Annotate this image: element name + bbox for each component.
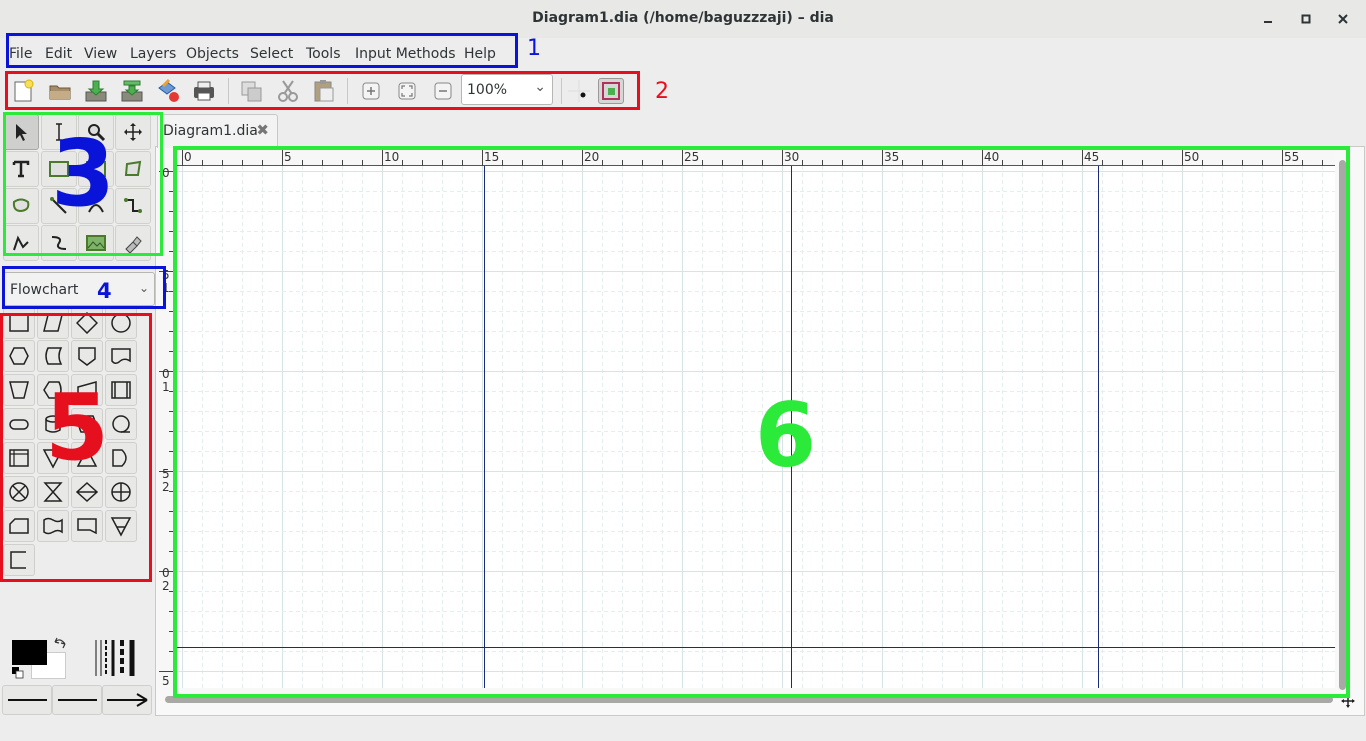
ruler-label: 5 xyxy=(162,674,170,688)
annotation-box-1 xyxy=(6,33,518,68)
foreground-color-swatch[interactable] xyxy=(12,640,47,665)
annotation-box-2 xyxy=(5,71,640,110)
tab-label: Diagram1.dia xyxy=(163,123,258,139)
ruler-label: 0 xyxy=(162,566,170,580)
annotation-label-1: 1 xyxy=(527,36,541,61)
annotation-label-5: 5 xyxy=(45,374,110,481)
ruler-label: 2 xyxy=(162,480,170,494)
ruler-label: 0 xyxy=(162,367,170,381)
ruler-label: 1 xyxy=(162,380,170,394)
annotation-label-3: 3 xyxy=(51,120,116,227)
close-window-icon[interactable] xyxy=(1333,9,1353,29)
close-icon[interactable]: ✖ xyxy=(256,121,269,139)
line-style-icon[interactable] xyxy=(52,685,102,715)
end-arrow-icon[interactable] xyxy=(102,685,152,715)
ruler-label: 2 xyxy=(162,579,170,593)
annotation-box-4 xyxy=(2,266,166,309)
start-arrow-icon[interactable] xyxy=(2,685,52,715)
window-title: Diagram1.dia (/home/baguzzzaji) – dia xyxy=(532,10,834,26)
default-colors-icon[interactable] xyxy=(12,667,24,683)
line-width-icon[interactable] xyxy=(94,638,138,682)
annotation-label-4: 4 xyxy=(97,279,112,303)
swap-colors-icon[interactable] xyxy=(52,636,68,656)
minimize-icon[interactable] xyxy=(1258,9,1278,29)
ruler-label: 0 xyxy=(162,166,170,180)
annotation-label-6: 6 xyxy=(755,384,817,487)
tab-diagram1[interactable]: Diagram1.dia ✖ xyxy=(157,114,278,148)
annotation-label-2: 2 xyxy=(655,79,669,104)
ruler-label: 5 xyxy=(162,467,170,481)
maximize-icon[interactable] xyxy=(1296,9,1316,29)
